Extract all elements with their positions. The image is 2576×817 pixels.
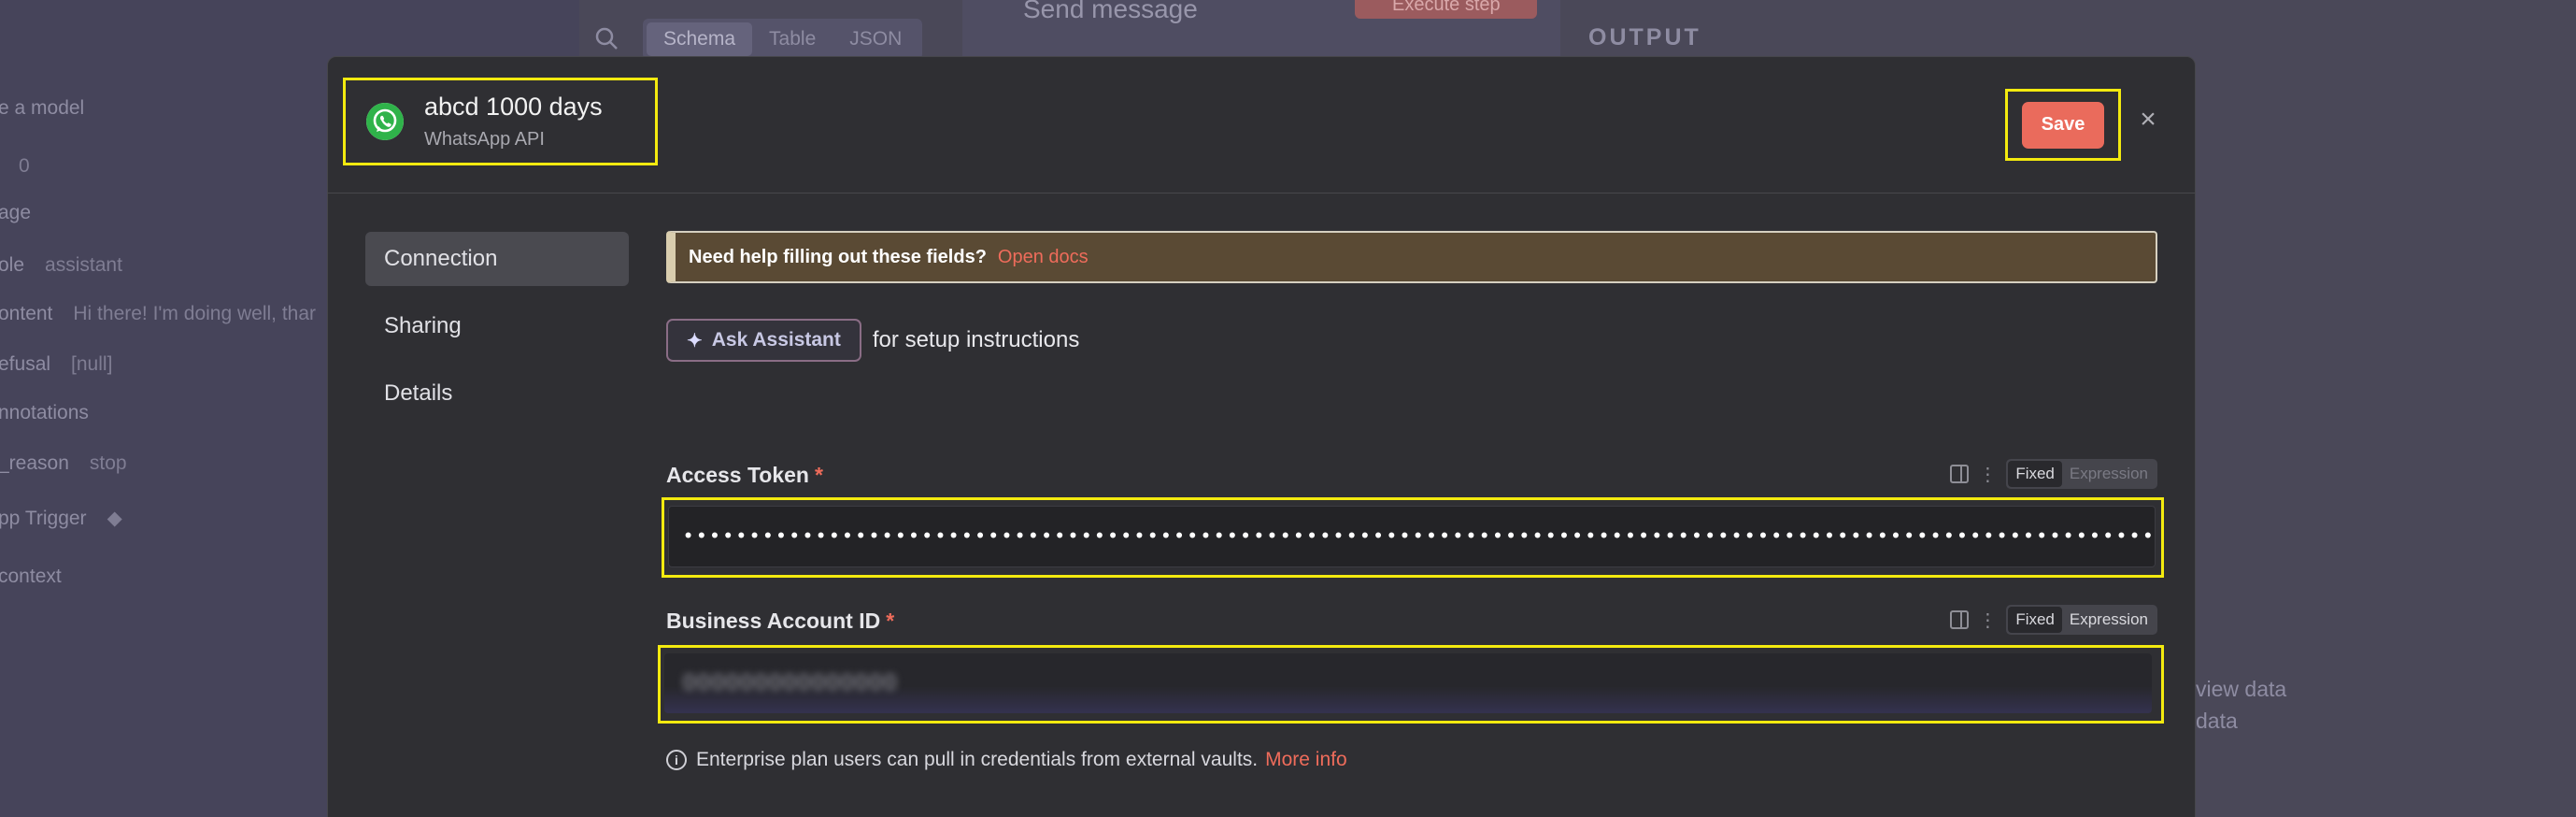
- bg-item: age: [0, 202, 32, 223]
- mode-toggle: Fixed Expression: [2006, 605, 2157, 635]
- assistant-row: ✦ Ask Assistant for setup instructions: [666, 319, 2157, 362]
- panel-icon[interactable]: [1950, 465, 1970, 483]
- help-notice: Need help filling out these fields? Open…: [666, 231, 2157, 283]
- mode-fixed[interactable]: Fixed: [2008, 607, 2062, 633]
- bg-item: efusal [null]: [0, 353, 113, 375]
- whatsapp-icon: [366, 103, 404, 140]
- mode-fixed[interactable]: Fixed: [2008, 461, 2062, 487]
- business-account-label: Business Account ID *: [666, 609, 895, 633]
- ask-assistant-button[interactable]: ✦ Ask Assistant: [666, 319, 861, 362]
- sidebar-item-connection[interactable]: Connection: [365, 232, 629, 286]
- panel-icon[interactable]: [1950, 610, 1970, 629]
- business-account-field: Business Account ID * ⋮ Fixed Expression: [666, 605, 2157, 635]
- business-account-highlight: 000000000000000: [658, 645, 2164, 724]
- tab-table: Table: [769, 28, 817, 50]
- background-view-text: view data: [2196, 677, 2287, 701]
- bg-item: e a model: [0, 97, 85, 119]
- business-account-value: 000000000000000: [683, 670, 899, 695]
- bg-item: ole assistant: [0, 254, 122, 276]
- mode-toggle: Fixed Expression: [2006, 459, 2157, 489]
- open-docs-link[interactable]: Open docs: [998, 247, 1089, 268]
- bg-item: _reason stop: [0, 452, 127, 474]
- access-token-input[interactable]: ••••••••••••••••••••••••••••••••••••••••…: [668, 506, 2156, 567]
- tab-json: JSON: [849, 28, 903, 50]
- bg-item: pp Trigger ◆: [0, 508, 122, 529]
- access-token-label: Access Token *: [666, 463, 823, 487]
- enterprise-text: Enterprise plan users can pull in creden…: [696, 749, 1259, 770]
- background-node-title: Send message: [1023, 0, 1198, 23]
- search-icon: [595, 27, 618, 50]
- tab-schema: Schema: [647, 22, 753, 56]
- more-icon[interactable]: ⋮: [1978, 463, 1997, 486]
- bg-item: 0: [19, 155, 30, 177]
- business-account-input[interactable]: 000000000000000: [664, 653, 2152, 713]
- access-token-tools: ⋮ Fixed Expression: [1950, 459, 2157, 489]
- bg-item: context: [0, 566, 62, 587]
- connection-content: Need help filling out these fields? Open…: [658, 231, 2164, 770]
- background-data-text: data: [2196, 709, 2238, 733]
- notice-text: Need help filling out these fields?: [689, 246, 987, 267]
- credential-header: abcd 1000 days WhatsApp API: [343, 78, 658, 165]
- save-button-highlight: Save: [2005, 89, 2121, 161]
- ask-assistant-label: Ask Assistant: [711, 329, 841, 351]
- credential-name[interactable]: abcd 1000 days: [424, 93, 603, 122]
- assistant-suffix: for setup instructions: [872, 327, 1080, 352]
- more-icon[interactable]: ⋮: [1978, 609, 1997, 632]
- save-button[interactable]: Save: [2022, 101, 2104, 149]
- bg-item: ontent Hi there! I'm doing well, thar: [0, 303, 317, 324]
- sidebar-item-details[interactable]: Details: [365, 366, 629, 421]
- modal-sidebar: Connection Sharing Details: [365, 232, 629, 434]
- background-execute-button: Execute step: [1355, 0, 1537, 19]
- credential-type: WhatsApp API: [424, 129, 545, 150]
- credential-modal: abcd 1000 days WhatsApp API Save × Conne…: [327, 56, 2196, 817]
- access-token-highlight: ••••••••••••••••••••••••••••••••••••••••…: [662, 497, 2164, 578]
- business-account-tools: ⋮ Fixed Expression: [1950, 605, 2157, 635]
- info-icon: i: [666, 750, 687, 770]
- access-token-field: Access Token * ⋮ Fixed Expression: [666, 459, 2157, 489]
- sparkle-icon: ✦: [687, 330, 703, 351]
- sidebar-item-sharing[interactable]: Sharing: [365, 299, 629, 353]
- bg-item: nnotations: [0, 402, 89, 423]
- mode-expression[interactable]: Expression: [2062, 461, 2156, 487]
- mode-expression[interactable]: Expression: [2062, 607, 2156, 633]
- more-info-link[interactable]: More info: [1265, 749, 1347, 771]
- close-icon[interactable]: ×: [2129, 101, 2167, 138]
- background-tabs: Schema Table JSON: [643, 19, 923, 60]
- background-output-label: OUTPUT: [1588, 24, 1701, 50]
- modal-header: abcd 1000 days WhatsApp API Save ×: [328, 57, 2195, 194]
- enterprise-note: i Enterprise plan users can pull in cred…: [666, 749, 1347, 771]
